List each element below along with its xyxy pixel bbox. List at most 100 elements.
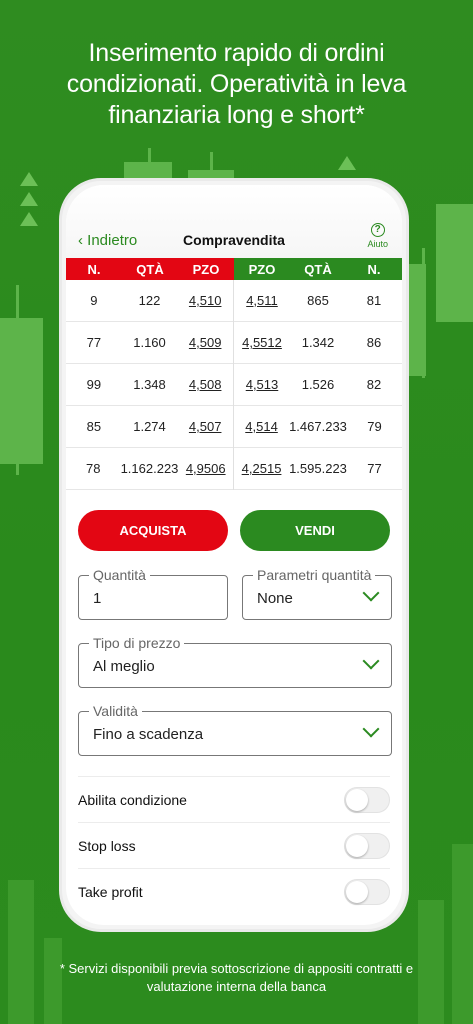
table-row: 9 122 4,510 — [66, 280, 233, 322]
cell-qty: 865 — [307, 293, 329, 308]
cell-price-link[interactable]: 4,511 — [234, 293, 290, 308]
cell-n: 86 — [366, 335, 382, 350]
cell-n: 9 — [90, 293, 98, 308]
buy-header: N. QTÀ PZO — [66, 258, 234, 280]
headline-line: finanziaria long e short* — [108, 101, 365, 129]
take-profit-toggle[interactable] — [344, 878, 390, 905]
field-value: 1 — [93, 590, 102, 607]
triangle-up-icon — [20, 212, 38, 226]
stop-loss-toggle[interactable] — [344, 832, 390, 859]
quantity-field[interactable]: Quantità 1 — [78, 567, 228, 620]
field-value: None — [257, 590, 293, 607]
footnote-line: valutazione interna della banca — [146, 979, 327, 994]
column-header: N. — [367, 261, 381, 277]
sell-side: 4,511 865 81 4,5512 1.342 86 4,513 1.526 82 4,… — [234, 280, 402, 490]
cell-qty: 1.526 — [301, 377, 335, 392]
bg-bar — [8, 880, 34, 1024]
cell-n: 82 — [366, 377, 382, 392]
toggle-knob — [346, 834, 368, 857]
cell-price-link[interactable]: 4,5512 — [234, 335, 290, 350]
table-row: 4,5512 1.342 86 — [234, 322, 402, 364]
cell-qty: 1.595.223 — [289, 461, 347, 476]
take-profit-toggle-row: Take profit — [78, 868, 390, 914]
cell-price-link[interactable]: 4,507 — [177, 419, 233, 434]
cell-qty: 1.162.223 — [120, 461, 179, 476]
page-title: Compravendita — [183, 232, 285, 248]
headline-line: Inserimento rapido di ordini — [88, 39, 385, 67]
validity-select[interactable]: Validità Fino a scadenza — [78, 703, 392, 756]
cell-qty: 1.467.233 — [289, 419, 347, 434]
sell-header: PZO QTÀ N. — [234, 258, 402, 280]
cell-n: 79 — [367, 419, 382, 434]
headline: Inserimento rapido di ordini condizionat… — [0, 38, 473, 131]
quantity-params-select[interactable]: Parametri quantità None — [242, 567, 392, 620]
cell-qty: 1.274 — [133, 419, 166, 434]
triangle-up-icon — [338, 156, 356, 170]
toggle-label: Stop loss — [78, 837, 136, 854]
bg-bar — [452, 844, 473, 1024]
cell-price-link[interactable]: 4,514 — [234, 419, 289, 434]
cell-n: 77 — [86, 335, 102, 350]
sell-button[interactable]: VENDI — [240, 510, 390, 551]
toggle-knob — [346, 788, 368, 811]
order-book: 9 122 4,510 77 1.160 4,509 99 1.348 4,508 85 1.… — [66, 280, 402, 490]
cell-qty: 122 — [138, 293, 161, 308]
buy-side: 9 122 4,510 77 1.160 4,509 99 1.348 4,508 85 1.… — [66, 280, 234, 490]
column-header: N. — [87, 261, 101, 277]
triangle-up-icon — [20, 192, 38, 206]
footnote: * Servizi disponibili previa sottoscrizi… — [0, 960, 473, 996]
cell-qty: 1.342 — [301, 335, 335, 350]
order-book-header: N. QTÀ PZO PZO QTÀ N. — [66, 258, 402, 280]
column-header: PZO — [248, 261, 276, 277]
column-header: QTÀ — [136, 261, 164, 277]
footnote-line: * Servizi disponibili previa sottoscrizi… — [59, 961, 414, 976]
cell-n: 81 — [366, 293, 382, 308]
chevron-down-icon — [362, 652, 380, 670]
toggle-knob — [346, 880, 368, 903]
column-header: QTÀ — [304, 261, 332, 277]
table-row: 4,514 1.467.233 79 — [234, 406, 402, 448]
field-label: Parametri quantità — [253, 567, 376, 583]
column-header: PZO — [192, 261, 220, 277]
buy-button[interactable]: ACQUISTA — [78, 510, 228, 551]
cell-n: 99 — [86, 377, 102, 392]
help-icon: ? — [370, 223, 385, 237]
field-label: Quantità — [89, 567, 150, 583]
app-screen: ‹ Indietro Compravendita ? Aiuto N. QTÀ … — [66, 185, 402, 925]
triangle-up-icon — [20, 172, 38, 186]
cell-price-link[interactable]: 4,9506 — [178, 461, 233, 476]
table-row: 77 1.160 4,509 — [66, 322, 233, 364]
chevron-down-icon — [362, 584, 380, 602]
cell-price-link[interactable]: 4,2515 — [234, 461, 289, 476]
action-buttons: ACQUISTA VENDI — [66, 490, 402, 551]
stop-loss-toggle-row: Stop loss — [78, 822, 390, 868]
table-row: 99 1.348 4,508 — [66, 364, 233, 406]
cell-price-link[interactable]: 4,513 — [234, 377, 290, 392]
cell-price-link[interactable]: 4,509 — [177, 335, 233, 350]
table-row: 85 1.274 4,507 — [66, 406, 233, 448]
headline-line: condizionati. Operatività in leva — [66, 70, 407, 98]
cell-n: 85 — [86, 419, 102, 434]
chevron-down-icon — [362, 720, 380, 738]
table-row: 4,513 1.526 82 — [234, 364, 402, 406]
price-type-select[interactable]: Tipo di prezzo Al meglio — [78, 635, 392, 688]
cell-n: 77 — [367, 461, 382, 476]
candle — [0, 318, 43, 464]
cell-qty: 1.348 — [133, 377, 166, 392]
table-row: 78 1.162.223 4,9506 — [66, 448, 233, 490]
cell-n: 78 — [86, 461, 101, 476]
cell-price-link[interactable]: 4,508 — [177, 377, 233, 392]
cell-qty: 1.160 — [133, 335, 166, 350]
cell-price-link[interactable]: 4,510 — [177, 293, 233, 308]
toggle-label: Take profit — [78, 883, 143, 900]
phone-frame: ‹ Indietro Compravendita ? Aiuto N. QTÀ … — [59, 178, 409, 932]
candle — [436, 204, 473, 322]
field-value: Al meglio — [93, 658, 155, 675]
nav-bar: ‹ Indietro Compravendita ? Aiuto — [66, 185, 402, 258]
table-row: 4,511 865 81 — [234, 280, 402, 322]
help-button[interactable]: ? Aiuto — [367, 223, 388, 249]
condition-toggle[interactable] — [344, 786, 390, 813]
help-label: Aiuto — [367, 239, 388, 249]
field-label: Validità — [89, 703, 142, 719]
condition-toggle-row: Abilita condizione — [78, 776, 390, 822]
